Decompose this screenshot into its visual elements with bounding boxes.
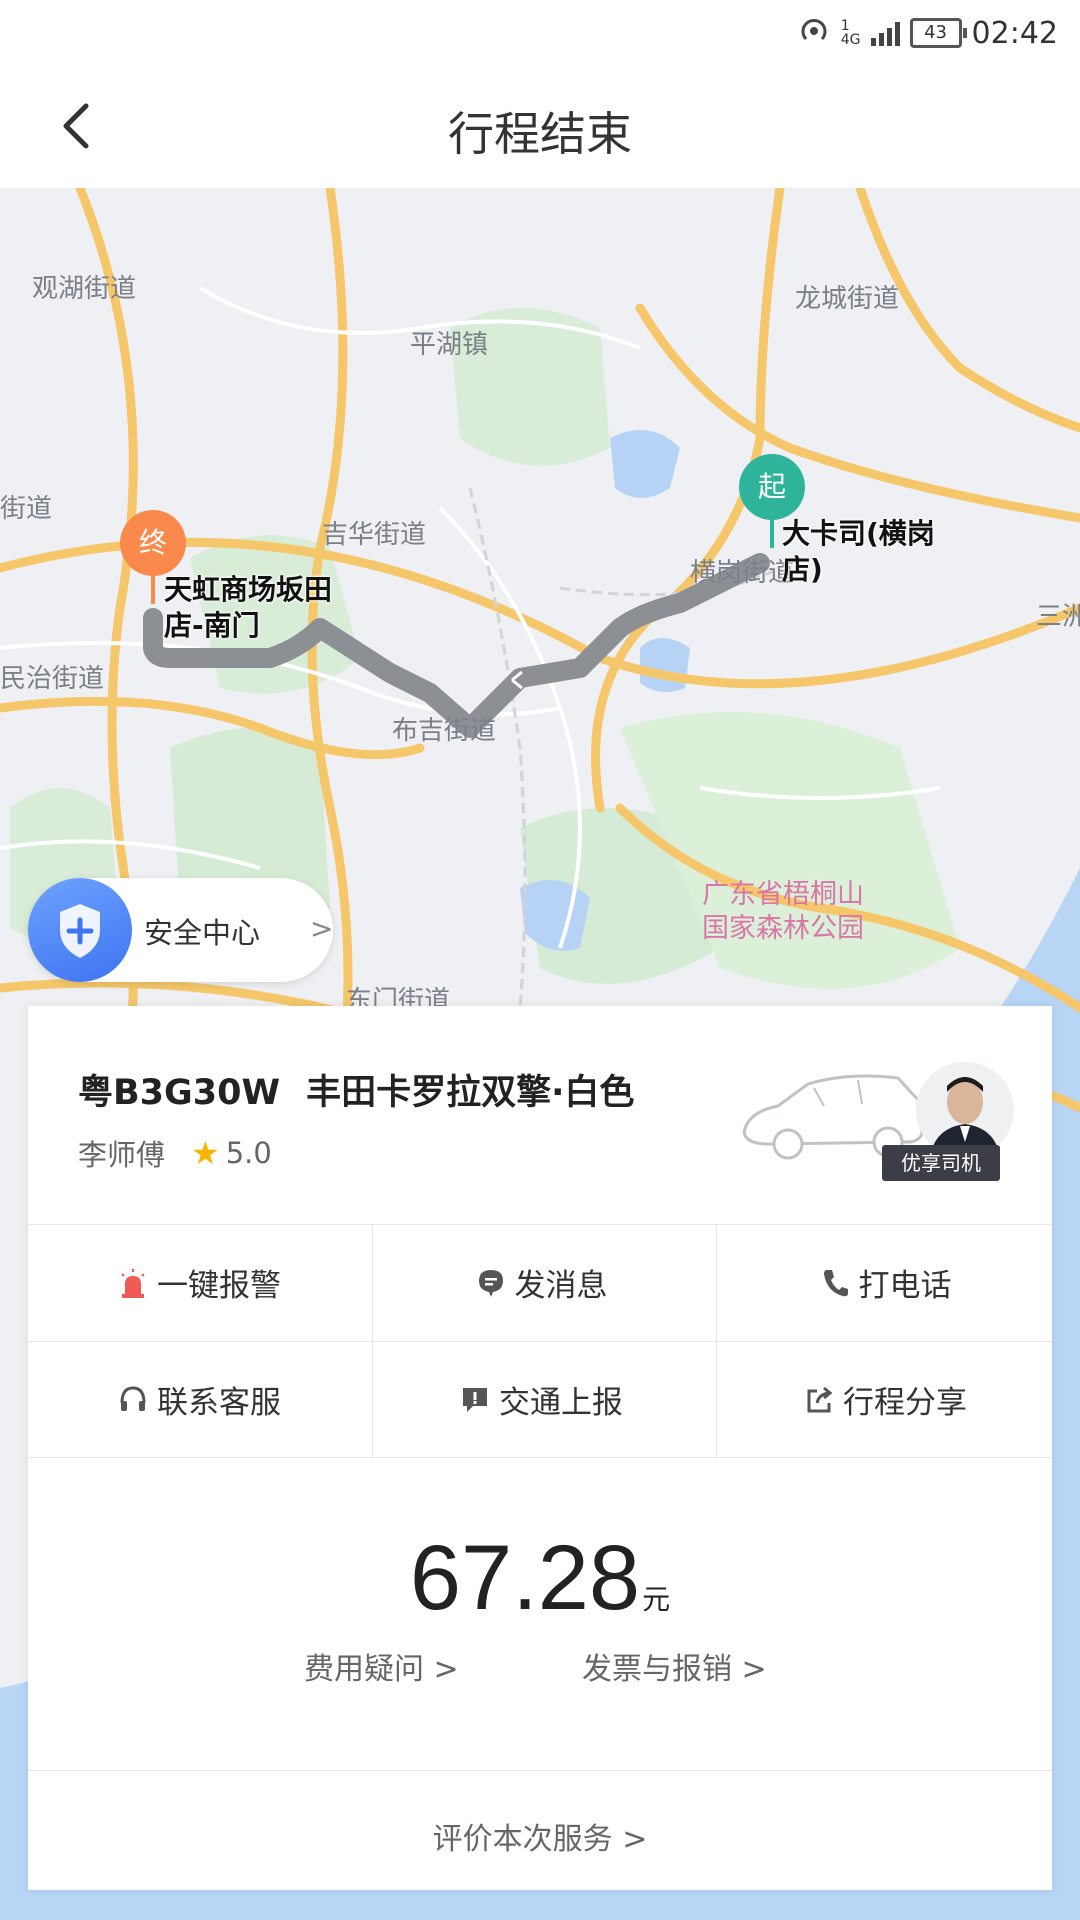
map-label: 民治街道 <box>0 664 105 694</box>
fare-unit: 元 <box>642 1583 671 1616</box>
customer-service-button[interactable]: 联系客服 <box>30 1342 370 1457</box>
rate-service-link[interactable]: 评价本次服务 > <box>28 1814 1052 1858</box>
fare-question-link[interactable]: 费用疑问 > <box>304 1644 459 1688</box>
license-plate: 粤B3G30W <box>78 1073 281 1113</box>
start-location-label: 大卡司(横岗 店) <box>782 517 935 586</box>
end-location-label: 天虹商场坂田 店-南门 <box>164 573 333 642</box>
map-label: 横岗街道 <box>690 558 795 588</box>
message-button[interactable]: 发消息 <box>372 1225 712 1340</box>
chevron-right-icon: > <box>310 912 334 945</box>
status-bar: 1 4G 43 02:42 <box>0 0 1080 66</box>
report-icon <box>461 1385 489 1415</box>
share-trip-button[interactable]: 行程分享 <box>716 1342 1056 1457</box>
driver-rating: 5.0 <box>225 1136 272 1170</box>
map-label: 观湖街道 <box>32 274 137 304</box>
clock: 02:42 <box>971 15 1058 51</box>
traffic-report-button[interactable]: 交通上报 <box>372 1342 712 1457</box>
battery-icon: 43 <box>909 18 967 48</box>
call-button[interactable]: 打电话 <box>716 1225 1056 1340</box>
driver-name: 李师傅 <box>78 1138 166 1172</box>
network-type: 1 4G <box>840 18 861 48</box>
start-marker[interactable]: 起 <box>739 454 805 520</box>
safety-center-label: 安全中心 <box>144 916 261 950</box>
safety-center-button[interactable]: 安全中心 > <box>28 878 333 982</box>
page-title: 行程结束 <box>448 107 632 161</box>
park-label: 广东省梧桐山 国家森林公园 <box>702 879 864 944</box>
end-marker-stem <box>151 574 155 604</box>
end-marker[interactable]: 终 <box>120 510 186 576</box>
map-label: 街道 <box>0 494 53 524</box>
fare-amount: 67.28元 <box>28 1526 1052 1631</box>
fare-value: 67.28 <box>409 1527 641 1629</box>
shield-icon <box>28 878 132 982</box>
share-icon <box>805 1385 833 1415</box>
phone-icon <box>821 1268 849 1298</box>
share-trip-label: 行程分享 <box>843 1385 967 1421</box>
map-label: 龙城街道 <box>795 284 900 314</box>
map-label: 三洲 <box>1036 602 1080 632</box>
divider <box>28 1770 1052 1771</box>
alarm-button[interactable]: 一键报警 <box>30 1225 370 1340</box>
action-grid: 一键报警 发消息 打电话 联系客服 交通上报 行程分享 <box>28 1224 1052 1458</box>
start-marker-stem <box>770 518 774 548</box>
status-icons: 1 4G 43 02:42 <box>797 12 1058 54</box>
invoice-link[interactable]: 发票与报销 > <box>582 1644 767 1688</box>
signal-icon <box>870 20 900 46</box>
hotspot-icon <box>797 14 831 52</box>
trip-card: 粤B3G30W 丰田卡罗拉双擎·白色 李师傅 ★ 5.0 优享司机 一键报警 发消… <box>28 1006 1052 1890</box>
star-icon: ★ <box>191 1134 220 1172</box>
driver-badge: 优享司机 <box>882 1145 1000 1181</box>
nav-header: 行程结束 <box>0 66 1080 188</box>
fare-links: 费用疑问 > 发票与报销 > <box>28 1644 1052 1687</box>
message-icon <box>477 1268 505 1298</box>
message-label: 发消息 <box>514 1268 608 1304</box>
map-label: 吉华街道 <box>322 520 427 550</box>
customer-service-label: 联系客服 <box>157 1385 281 1421</box>
driver-avatar[interactable] <box>916 1062 1014 1158</box>
headset-icon <box>119 1385 147 1415</box>
driver-info: 李师傅 ★ 5.0 <box>78 1132 272 1174</box>
call-label: 打电话 <box>858 1268 952 1304</box>
map-label: 平湖镇 <box>410 330 489 360</box>
alarm-label: 一键报警 <box>157 1268 281 1304</box>
alarm-icon <box>119 1268 147 1298</box>
traffic-report-label: 交通上报 <box>499 1385 623 1421</box>
vehicle-info: 粤B3G30W 丰田卡罗拉双擎·白色 <box>78 1064 634 1115</box>
map-label: 布吉街道 <box>392 716 497 746</box>
car-model: 丰田卡罗拉双擎·白色 <box>306 1073 635 1113</box>
